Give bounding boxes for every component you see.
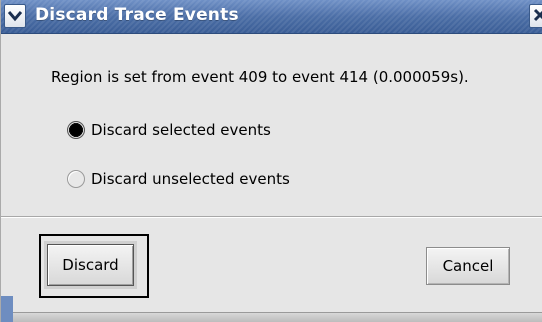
close-icon xyxy=(533,7,542,26)
radio-option-discard-selected[interactable]: Discard selected events xyxy=(67,119,271,141)
close-button[interactable] xyxy=(529,4,542,28)
window-bottom-edge xyxy=(1,312,542,322)
radio-option-discard-unselected[interactable]: Discard unselected events xyxy=(67,168,290,190)
radio-label: Discard selected events xyxy=(91,121,271,139)
radio-button-unchecked[interactable] xyxy=(67,170,85,188)
dialog-window: Discard Trace Events Region is set from … xyxy=(0,0,542,322)
window-menu-button[interactable] xyxy=(4,4,26,28)
title-bar[interactable]: Discard Trace Events xyxy=(1,0,542,34)
radio-button-checked[interactable] xyxy=(67,121,85,139)
dialog-title: Discard Trace Events xyxy=(35,5,239,25)
cancel-button[interactable]: Cancel xyxy=(426,247,510,285)
button-area-separator xyxy=(1,216,542,218)
radio-label: Discard unselected events xyxy=(91,170,290,188)
region-message: Region is set from event 409 to event 41… xyxy=(51,68,469,86)
background-window-edge xyxy=(1,296,13,322)
chevron-down-icon xyxy=(7,7,23,26)
discard-button[interactable]: Discard xyxy=(47,244,134,286)
